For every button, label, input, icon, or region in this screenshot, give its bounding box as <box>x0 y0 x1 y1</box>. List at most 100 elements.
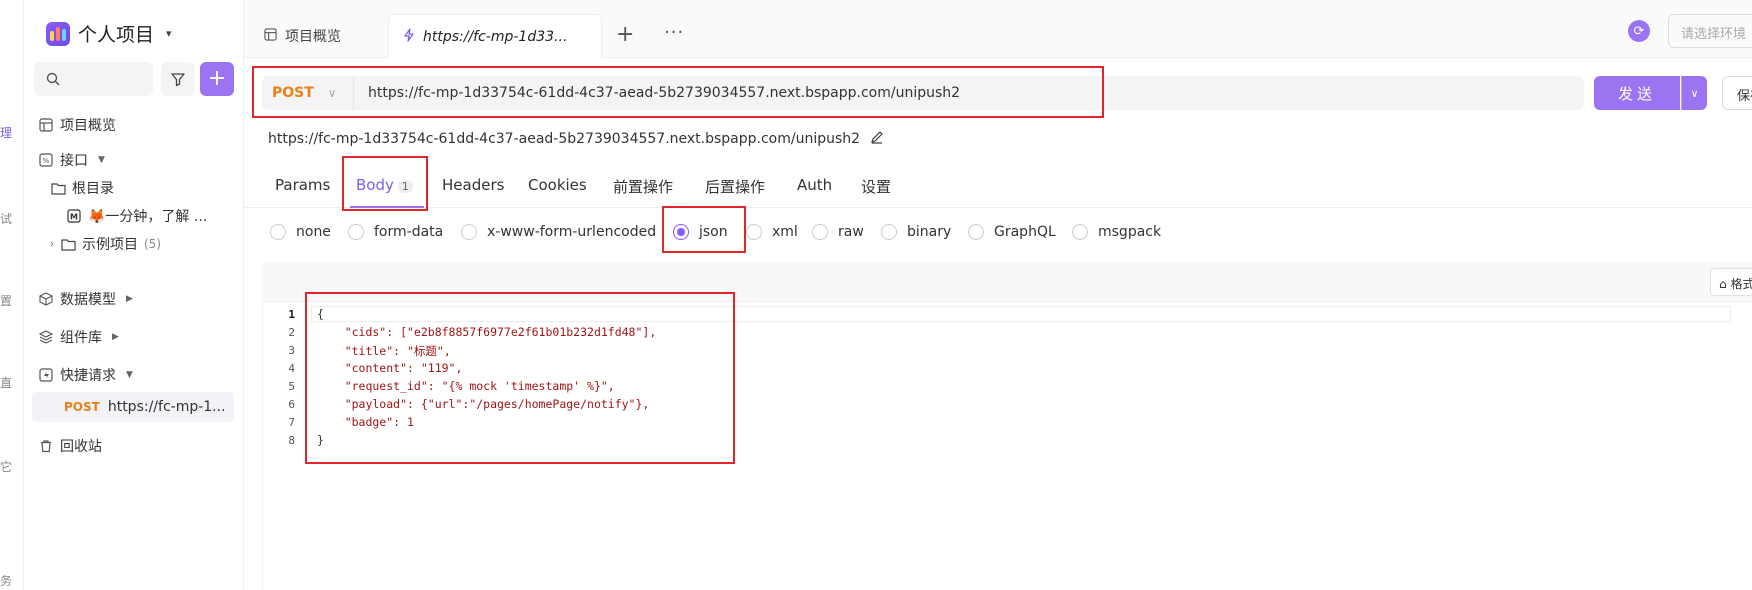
app-window: 理 试 置 直 它 务 个人项目 ▾ + 项目概览 % 接口 ▼ 根目录 M 🦊… <box>0 0 1752 590</box>
send-button[interactable]: 发送 <box>1594 76 1680 110</box>
save-button[interactable]: 保存 <box>1722 76 1752 110</box>
project-switcher[interactable]: 个人项目 ▾ <box>46 20 172 47</box>
sidebar-item-label: 根目录 <box>72 181 114 197</box>
radio-label: GraphQL <box>994 224 1056 240</box>
radio-form-data[interactable]: form-data <box>348 224 443 240</box>
radio-dot <box>461 224 477 240</box>
rail-item[interactable]: 试 <box>0 210 12 227</box>
filter-icon <box>171 73 185 87</box>
sidebar-item-data-model[interactable]: 数据模型 ▶ <box>38 286 133 312</box>
project-logo-icon <box>46 21 70 46</box>
folder-icon <box>50 180 66 196</box>
sidebar-item-components[interactable]: 组件库 ▶ <box>38 324 119 350</box>
radio-dot <box>812 224 828 240</box>
more-tabs-button[interactable]: ··· <box>664 22 684 43</box>
sidebar-item-label: 回收站 <box>60 439 102 455</box>
annotation-box <box>252 66 1104 118</box>
line-number: 7 <box>288 416 295 429</box>
radio-raw[interactable]: raw <box>812 224 864 240</box>
search-input[interactable] <box>34 62 153 96</box>
line-number: 2 <box>288 326 295 339</box>
annotation-box <box>305 292 735 464</box>
markdown-icon: M <box>66 208 82 224</box>
new-tab-button[interactable]: + <box>616 22 634 47</box>
radio-label: form-data <box>374 224 444 240</box>
annotation-box <box>342 156 428 211</box>
add-button[interactable]: + <box>200 62 234 96</box>
radio-label: x-www-form-urlencoded <box>487 224 657 240</box>
radio-none[interactable]: none <box>270 224 331 240</box>
api-icon: % <box>38 152 54 168</box>
lightning-icon <box>403 27 415 46</box>
line-number: 1 <box>288 308 295 321</box>
caret-down-icon: ▼ <box>126 370 133 380</box>
cube-icon <box>38 291 54 307</box>
request-subtabs: Params Body 1 Headers Cookies 前置操作 后置操作 A… <box>244 168 1752 208</box>
tab-label: 项目概览 <box>285 29 341 45</box>
tab-auth[interactable]: Auth <box>797 176 832 194</box>
resolved-url: https://fc-mp-1d33754c-61dd-4c37-aead-5b… <box>268 130 884 148</box>
sidebar-item-examples[interactable]: › 示例项目 (5) <box>50 231 161 257</box>
tab-params[interactable]: Params <box>275 176 330 194</box>
rail-item[interactable]: 直 <box>0 374 12 391</box>
sidebar: 个人项目 ▾ + 项目概览 % 接口 ▼ 根目录 M 🦊一分钟，了解 ... › <box>24 0 244 590</box>
resolved-url-text: https://fc-mp-1d33754c-61dd-4c37-aead-5b… <box>268 131 861 147</box>
sidebar-item-interfaces[interactable]: % 接口 ▼ <box>38 147 105 173</box>
sidebar-item-label: 快捷请求 <box>60 368 116 384</box>
tab-cookies[interactable]: Cookies <box>528 176 587 194</box>
radio-dot <box>1072 224 1088 240</box>
format-button[interactable]: ⌂ 格式化 <box>1710 268 1752 296</box>
tab-overview[interactable]: 项目概览 <box>264 14 341 58</box>
layout-icon <box>264 27 277 45</box>
environment-icon[interactable]: ⟳ <box>1628 20 1650 42</box>
svg-text:%: % <box>43 157 50 165</box>
radio-urlencoded[interactable]: x-www-form-urlencoded <box>461 224 656 240</box>
sidebar-item-overview[interactable]: 项目概览 <box>38 112 116 138</box>
radio-xml[interactable]: xml <box>746 224 798 240</box>
radio-label: xml <box>772 224 798 240</box>
radio-graphql[interactable]: GraphQL <box>968 224 1056 240</box>
rail-item[interactable]: 理 <box>0 124 12 141</box>
quick-request-item[interactable]: POST https://fc-mp-1... <box>32 392 234 422</box>
annotation-box <box>662 206 746 253</box>
radio-label: binary <box>907 224 952 240</box>
trash-icon <box>38 438 54 454</box>
radio-msgpack[interactable]: msgpack <box>1072 224 1161 240</box>
rail-item[interactable]: 它 <box>0 458 12 475</box>
project-title: 个人项目 <box>78 24 155 46</box>
radio-label: raw <box>838 224 864 240</box>
sidebar-item-quick-requests[interactable]: 快捷请求 ▼ <box>38 362 133 388</box>
edit-icon[interactable] <box>870 130 884 148</box>
radio-dot <box>968 224 984 240</box>
tab-label: https://fc-mp-1d33... <box>423 28 568 45</box>
radio-dot <box>881 224 897 240</box>
send-options-chevron-icon[interactable]: ∨ <box>1681 76 1707 110</box>
sidebar-item-label: 组件库 <box>60 330 102 346</box>
caret-right-icon: ▶ <box>126 294 133 304</box>
radio-binary[interactable]: binary <box>881 224 951 240</box>
tab-headers[interactable]: Headers <box>442 176 504 194</box>
environment-select[interactable]: 请选择环境 <box>1668 14 1752 48</box>
radio-dot <box>348 224 364 240</box>
tab-request[interactable]: https://fc-mp-1d33... <box>388 14 602 58</box>
tab-pre-processors[interactable]: 前置操作 <box>613 176 673 197</box>
tab-settings[interactable]: 设置 <box>861 176 891 197</box>
radio-dot <box>270 224 286 240</box>
left-rail: 理 试 置 直 它 务 <box>0 0 24 590</box>
rail-item[interactable]: 置 <box>0 292 12 309</box>
sidebar-item-doc[interactable]: M 🦊一分钟，了解 ... <box>66 203 207 229</box>
tab-post-processors[interactable]: 后置操作 <box>705 176 765 197</box>
method-tag: POST <box>64 400 100 414</box>
sidebar-item-trash[interactable]: 回收站 <box>38 433 102 459</box>
filter-button[interactable] <box>161 62 195 96</box>
rail-item[interactable]: 务 <box>0 572 12 589</box>
line-number: 6 <box>288 398 295 411</box>
quick-request-url: https://fc-mp-1... <box>107 399 226 415</box>
sidebar-item-label: 数据模型 <box>60 292 116 308</box>
caret-down-icon: ▾ <box>166 27 172 40</box>
line-number: 8 <box>288 434 295 447</box>
lightning-box-icon <box>38 367 54 383</box>
sidebar-item-label: 🦊一分钟，了解 ... <box>88 209 208 225</box>
sidebar-item-root[interactable]: 根目录 <box>50 175 114 201</box>
chevron-right-icon: › <box>50 238 54 250</box>
